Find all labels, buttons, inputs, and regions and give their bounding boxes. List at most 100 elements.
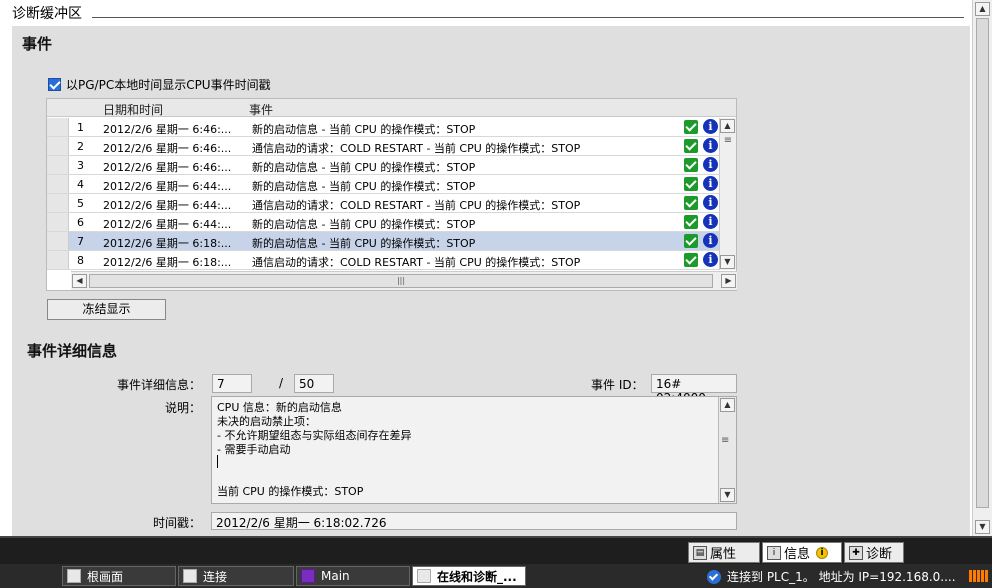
- events-table-header: 日期和时间 事件: [47, 99, 736, 117]
- tab-info[interactable]: i 信息 i: [762, 542, 842, 563]
- info-icon[interactable]: i: [703, 157, 718, 172]
- row-header[interactable]: [47, 118, 69, 136]
- task-connections[interactable]: 连接: [178, 566, 294, 586]
- info-icon[interactable]: i: [703, 195, 718, 210]
- info-icon[interactable]: i: [703, 233, 718, 248]
- task-online-diagnostics[interactable]: 在线和诊断_...: [412, 566, 526, 586]
- info-icon[interactable]: i: [703, 138, 718, 153]
- column-header-datetime[interactable]: 日期和时间: [103, 101, 163, 118]
- row-datetime: 2012/2/6 星期一 6:46:...: [103, 123, 232, 136]
- event-id-label: 事件 ID：: [591, 378, 644, 392]
- event-details-label: 事件详细信息：: [117, 378, 202, 392]
- task-label: 在线和诊断_...: [437, 569, 517, 584]
- text-cursor: [217, 455, 218, 468]
- row-number: 8: [77, 254, 84, 267]
- events-horizontal-scrollbar[interactable]: ◀ ||| ▶: [71, 271, 737, 290]
- row-datetime: 2012/2/6 星期一 6:44:...: [103, 180, 232, 193]
- description-scrollbar[interactable]: ▲ ≡ ▼: [718, 397, 736, 503]
- scroll-down-icon[interactable]: ▼: [720, 488, 735, 502]
- event-details-title: 事件详细信息: [27, 342, 118, 360]
- local-time-checkbox[interactable]: [48, 78, 61, 91]
- freeze-display-button[interactable]: 冻结显示: [47, 299, 166, 320]
- timestamp-label: 时间戳：: [153, 516, 202, 530]
- info-icon[interactable]: i: [703, 119, 718, 134]
- local-time-checkbox-row[interactable]: 以PG/PC本地时间显示CPU事件时间戳: [48, 76, 271, 93]
- scroll-up-icon[interactable]: ▲: [975, 2, 990, 16]
- scroll-grip-icon[interactable]: ≡: [721, 135, 735, 155]
- header-divider: [92, 17, 964, 18]
- status-ok-icon: [684, 215, 698, 229]
- tab-diagnostics-label: 诊断: [866, 547, 893, 562]
- row-number: 7: [77, 235, 84, 248]
- status-ok-icon: [684, 139, 698, 153]
- tab-diagnostics[interactable]: ✚ 诊断: [844, 542, 904, 563]
- info-icon[interactable]: i: [703, 176, 718, 191]
- info-icon[interactable]: i: [703, 252, 718, 267]
- scroll-down-icon[interactable]: ▼: [720, 255, 735, 269]
- task-label: 根画面: [87, 569, 124, 584]
- status-ok-icon: [684, 158, 698, 172]
- row-header[interactable]: [47, 232, 69, 250]
- timestamp-field: 2012/2/6 星期一 6:18:02.726: [211, 512, 737, 530]
- activity-bars-icon: [969, 570, 988, 582]
- row-datetime: 2012/2/6 星期一 6:18:...: [103, 237, 232, 250]
- table-row[interactable]: 6 2012/2/6 星期一 6:44:... 新的启动信息 - 当前 CPU 的操…: [47, 213, 719, 232]
- connected-check-icon: [707, 569, 721, 584]
- connection-status: 连接到 PLC_1。 地址为 IP=192.168.0....: [707, 568, 956, 585]
- scroll-down-icon[interactable]: ▼: [975, 520, 990, 534]
- row-event: 通信启动的请求：COLD RESTART - 当前 CPU 的操作模式：STOP: [252, 142, 581, 155]
- row-header[interactable]: [47, 156, 69, 174]
- row-header[interactable]: [47, 175, 69, 193]
- row-datetime: 2012/2/6 星期一 6:44:...: [103, 199, 232, 212]
- row-header[interactable]: [47, 137, 69, 155]
- scroll-up-icon[interactable]: ▲: [720, 398, 735, 412]
- inspector-tab-bar: ▤ 属性 i 信息 i ✚ 诊断: [0, 536, 992, 564]
- column-header-event[interactable]: 事件: [249, 101, 273, 118]
- panel-vertical-scrollbar[interactable]: ▲ ▼: [972, 0, 992, 536]
- status-ok-icon: [684, 253, 698, 267]
- event-index-field[interactable]: 7: [212, 374, 252, 393]
- scroll-left-icon[interactable]: ◀: [72, 274, 87, 288]
- event-id-field: 16# 02:4000: [651, 374, 737, 405]
- diagnostics-icon: [417, 569, 431, 583]
- table-row[interactable]: 8 2012/2/6 星期一 6:18:... 通信启动的请求：COLD RESTA…: [47, 251, 719, 270]
- diagnostics-icon: ✚: [849, 545, 863, 560]
- table-row[interactable]: 3 2012/2/6 星期一 6:46:... 新的启动信息 - 当前 CPU 的操…: [47, 156, 719, 175]
- local-time-checkbox-label: 以PG/PC本地时间显示CPU事件时间戳: [66, 78, 271, 92]
- description-textarea[interactable]: CPU 信息：新的启动信息 未决的启动禁止项： - 不允许期望组态与实际组态间存…: [211, 396, 737, 504]
- index-separator: /: [279, 376, 284, 390]
- tab-info-label: 信息: [784, 547, 811, 562]
- scroll-right-icon[interactable]: ▶: [721, 274, 736, 288]
- row-number: 6: [77, 216, 84, 229]
- table-row[interactable]: 2 2012/2/6 星期一 6:46:... 通信启动的请求：COLD RESTA…: [47, 137, 719, 156]
- row-event: 新的启动信息 - 当前 CPU 的操作模式：STOP: [252, 180, 476, 193]
- status-ok-icon: [684, 196, 698, 210]
- description-label: 说明：: [165, 401, 202, 415]
- task-root-screen[interactable]: 根画面: [62, 566, 176, 586]
- row-header[interactable]: [47, 194, 69, 212]
- scroll-up-icon[interactable]: ▲: [720, 119, 735, 133]
- task-label: Main: [321, 569, 350, 583]
- row-number: 1: [77, 121, 84, 134]
- task-main[interactable]: Main: [296, 566, 410, 586]
- table-row[interactable]: 4 2012/2/6 星期一 6:44:... 新的启动信息 - 当前 CPU 的操…: [47, 175, 719, 194]
- table-row[interactable]: 1 2012/2/6 星期一 6:46:... 新的启动信息 - 当前 CPU 的操…: [47, 118, 719, 137]
- event-total-field: 50: [294, 374, 334, 393]
- diagnostic-buffer-panel: 事件 以PG/PC本地时间显示CPU事件时间戳 日期和时间 事件 1 2012/2…: [12, 26, 970, 536]
- row-number: 4: [77, 178, 84, 191]
- row-number: 2: [77, 140, 84, 153]
- row-header[interactable]: [47, 213, 69, 231]
- scroll-grip-icon[interactable]: ≡: [721, 435, 729, 446]
- table-row[interactable]: 7 2012/2/6 星期一 6:18:... 新的启动信息 - 当前 CPU 的操…: [47, 232, 719, 251]
- row-event: 新的启动信息 - 当前 CPU 的操作模式：STOP: [252, 123, 476, 136]
- diagnostic-buffer-header: 诊断缓冲区: [0, 0, 972, 24]
- events-vertical-scrollbar[interactable]: ▲ ≡ ▼: [719, 118, 736, 270]
- info-icon[interactable]: i: [703, 214, 718, 229]
- table-row[interactable]: 5 2012/2/6 星期一 6:44:... 通信启动的请求：COLD RESTA…: [47, 194, 719, 213]
- panel-title: 诊断缓冲区: [12, 6, 82, 22]
- panel-scroll-thumb[interactable]: [976, 18, 989, 508]
- tab-properties[interactable]: ▤ 属性: [688, 542, 760, 563]
- horizontal-scroll-thumb[interactable]: |||: [89, 274, 713, 288]
- status-ok-icon: [684, 234, 698, 248]
- row-header[interactable]: [47, 251, 69, 269]
